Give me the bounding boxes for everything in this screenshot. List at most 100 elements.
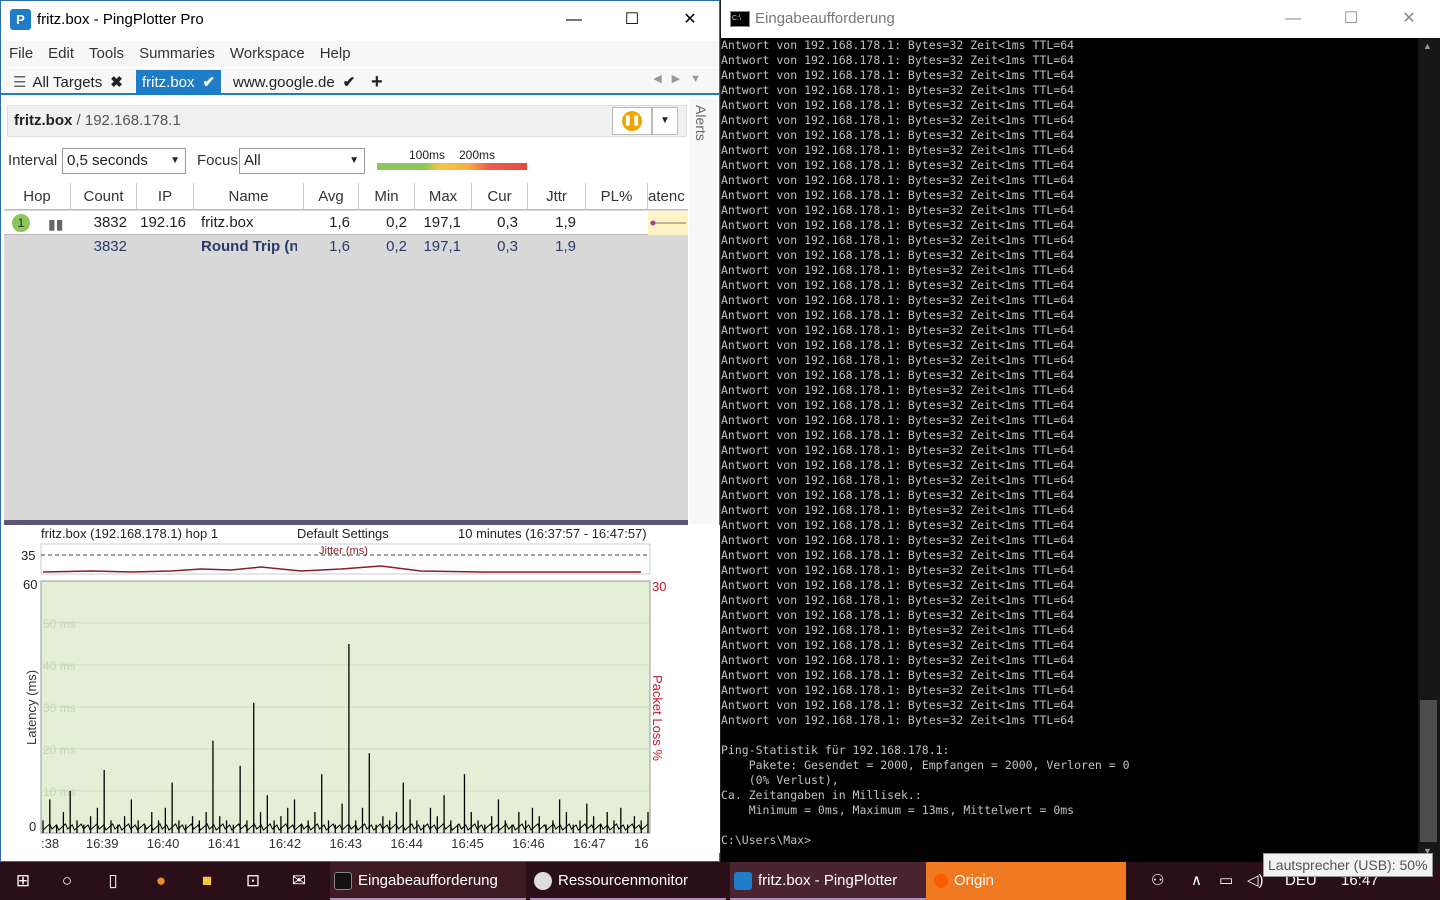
- menu-help[interactable]: Help: [312, 41, 358, 67]
- scrollbar-thumb[interactable]: [1420, 700, 1437, 842]
- task-view-icon[interactable]: ▯: [90, 862, 136, 900]
- col-avg[interactable]: Avg: [304, 183, 359, 210]
- ping-reply-line: Antwort von 192.168.178.1: Bytes=32 Zeit…: [721, 38, 1075, 52]
- col-latency[interactable]: atenc: [648, 183, 688, 210]
- tab-google[interactable]: www.google.de ✔: [227, 70, 361, 95]
- ping-reply-line: Antwort von 192.168.178.1: Bytes=32 Zeit…: [721, 113, 1075, 127]
- tab-fritz-box[interactable]: fritz.box ✔: [136, 70, 222, 95]
- menu-workspace[interactable]: Workspace: [222, 41, 312, 67]
- cmd-close-button[interactable]: ✕: [1380, 0, 1438, 38]
- ping-reply-line: Antwort von 192.168.178.1: Bytes=32 Zeit…: [721, 593, 1075, 607]
- people-icon[interactable]: ⚇: [1151, 862, 1164, 900]
- cell-avg: 1,6: [329, 214, 350, 231]
- focus-select[interactable]: All ▼: [239, 148, 365, 174]
- table-row[interactable]: 1 ▮▮ 3832 192.16 fritz.box 1,6 0,2 197,1…: [4, 211, 688, 235]
- cell-count: 3832: [93, 214, 127, 231]
- ping-reply-line: Antwort von 192.168.178.1: Bytes=32 Zeit…: [721, 413, 1075, 427]
- speaker-icon[interactable]: ◁): [1247, 862, 1264, 900]
- bar-chart-icon[interactable]: ▮▮: [48, 216, 63, 233]
- ping-reply-line: Antwort von 192.168.178.1: Bytes=32 Zeit…: [721, 173, 1075, 187]
- close-button[interactable]: ✕: [661, 1, 719, 39]
- tab-label: www.google.de: [233, 74, 335, 91]
- rt-min: 0,2: [386, 238, 407, 255]
- origin-icon: [934, 874, 948, 888]
- grid-header: Hop Count IP Name Avg Min Max Cur Jttr P…: [4, 183, 688, 210]
- grid-label: 50 ms: [43, 617, 76, 631]
- close-icon[interactable]: ✖: [110, 74, 123, 91]
- x-tick-label: 16:40: [147, 836, 180, 851]
- ping-reply-line: Antwort von 192.168.178.1: Bytes=32 Zeit…: [721, 428, 1075, 442]
- tab-all-targets[interactable]: ☰ All Targets ✖: [7, 70, 129, 95]
- ping-reply-line: Antwort von 192.168.178.1: Bytes=32 Zeit…: [721, 203, 1075, 217]
- taskbar-app-origin[interactable]: Origin: [926, 862, 1126, 900]
- ping-reply-line: Antwort von 192.168.178.1: Bytes=32 Zeit…: [721, 323, 1075, 337]
- col-ip[interactable]: IP: [137, 183, 194, 210]
- pause-button[interactable]: ❚❚: [612, 107, 652, 135]
- minimize-button[interactable]: —: [545, 1, 603, 39]
- col-name[interactable]: Name: [194, 183, 304, 210]
- check-icon[interactable]: ✔: [343, 74, 356, 91]
- check-icon[interactable]: ✔: [203, 74, 216, 91]
- taskbar-app-resmon[interactable]: Ressourcenmonitor: [530, 862, 726, 900]
- x-tick-label: 16:44: [390, 836, 423, 851]
- taskbar-app-cmd[interactable]: Eingabeaufforderung: [330, 862, 526, 900]
- ping-reply-line: Antwort von 192.168.178.1: Bytes=32 Zeit…: [721, 278, 1075, 292]
- windows-start-icon[interactable]: ⊞: [0, 862, 46, 900]
- scroll-up-icon[interactable]: ▲: [1423, 41, 1432, 51]
- interval-value: 0,5 seconds: [67, 152, 148, 169]
- col-pl[interactable]: PL%: [586, 183, 648, 210]
- latency-chart-svg[interactable]: 35 Jitter (ms)6003050 ms40 ms30 ms20 ms10…: [1, 525, 720, 853]
- x-tick-label: 16:39: [86, 836, 119, 851]
- ping-reply-line: Antwort von 192.168.178.1: Bytes=32 Zeit…: [721, 338, 1075, 352]
- menu-summaries[interactable]: Summaries: [131, 41, 222, 67]
- chevron-up-icon[interactable]: ∧: [1191, 862, 1202, 900]
- col-max[interactable]: Max: [415, 183, 472, 210]
- network-icon[interactable]: ▭: [1219, 862, 1233, 900]
- focus-label: Focus: [197, 152, 238, 169]
- col-hop[interactable]: Hop: [4, 183, 71, 210]
- y-axis-max: 60: [23, 577, 37, 592]
- col-count[interactable]: Count: [71, 183, 137, 210]
- store-icon[interactable]: ⊡: [230, 862, 276, 900]
- search-icon[interactable]: ○: [44, 862, 90, 900]
- target-ip: 192.168.178.1: [84, 112, 181, 129]
- command-prompt[interactable]: C:\Users\Max>: [721, 833, 1418, 848]
- trace-grid: Hop Count IP Name Avg Min Max Cur Jttr P…: [4, 183, 688, 521]
- pause-dropdown-button[interactable]: ▼: [652, 107, 678, 135]
- maximize-button[interactable]: ☐: [603, 1, 661, 39]
- cmd-scrollbar[interactable]: ▲ ▼: [1418, 38, 1440, 862]
- round-trip-row[interactable]: 3832 Round Trip (n 1,6 0,2 197,1 0,3 1,9: [4, 235, 688, 259]
- y-axis-label: Latency (ms): [24, 670, 39, 745]
- file-explorer-icon[interactable]: ■: [184, 862, 230, 900]
- grid-label: 20 ms: [43, 743, 76, 757]
- taskbar-app-label: fritz.box - PingPlotter: [758, 872, 898, 889]
- firefox-icon[interactable]: ●: [138, 862, 184, 900]
- cmd-minimize-button[interactable]: —: [1264, 0, 1322, 38]
- ping-reply-line: Antwort von 192.168.178.1: Bytes=32 Zeit…: [721, 383, 1075, 397]
- x-tick-label: 16:42: [269, 836, 302, 851]
- cmd-titlebar[interactable]: C:\ Eingabeaufforderung — ☐ ✕: [721, 0, 1440, 38]
- alerts-panel-toggle[interactable]: Alerts: [689, 99, 717, 524]
- console-output[interactable]: Antwort von 192.168.178.1: Bytes=32 Zeit…: [721, 38, 1418, 862]
- chevron-down-icon: ▼: [170, 155, 180, 166]
- col-jttr[interactable]: Jttr: [528, 183, 586, 210]
- pingplotter-titlebar[interactable]: P fritz.box - PingPlotter Pro — ☐ ✕: [1, 1, 719, 39]
- ping-reply-line: Antwort von 192.168.178.1: Bytes=32 Zeit…: [721, 683, 1075, 697]
- pingplotter-icon: [734, 872, 752, 890]
- ping-reply-line: Antwort von 192.168.178.1: Bytes=32 Zeit…: [721, 98, 1075, 112]
- hamburger-icon: ☰: [13, 74, 27, 91]
- taskbar-app-pingplotter[interactable]: fritz.box - PingPlotter: [730, 862, 926, 900]
- hop-number-badge: 1: [12, 214, 30, 232]
- menu-tools[interactable]: Tools: [81, 41, 131, 67]
- cmd-maximize-button[interactable]: ☐: [1322, 0, 1380, 38]
- tab-scroll-arrows[interactable]: ◀▶▼: [653, 72, 711, 85]
- mail-icon[interactable]: ✉: [276, 862, 322, 900]
- add-tab-button[interactable]: +: [365, 70, 389, 95]
- col-cur[interactable]: Cur: [472, 183, 528, 210]
- interval-select[interactable]: 0,5 seconds ▼: [62, 148, 186, 174]
- col-min[interactable]: Min: [359, 183, 415, 210]
- menu-file[interactable]: File: [1, 41, 40, 67]
- menu-edit[interactable]: Edit: [40, 41, 81, 67]
- ping-reply-line: Antwort von 192.168.178.1: Bytes=32 Zeit…: [721, 53, 1075, 67]
- menu-bar: File Edit Tools Summaries Workspace Help: [1, 41, 719, 67]
